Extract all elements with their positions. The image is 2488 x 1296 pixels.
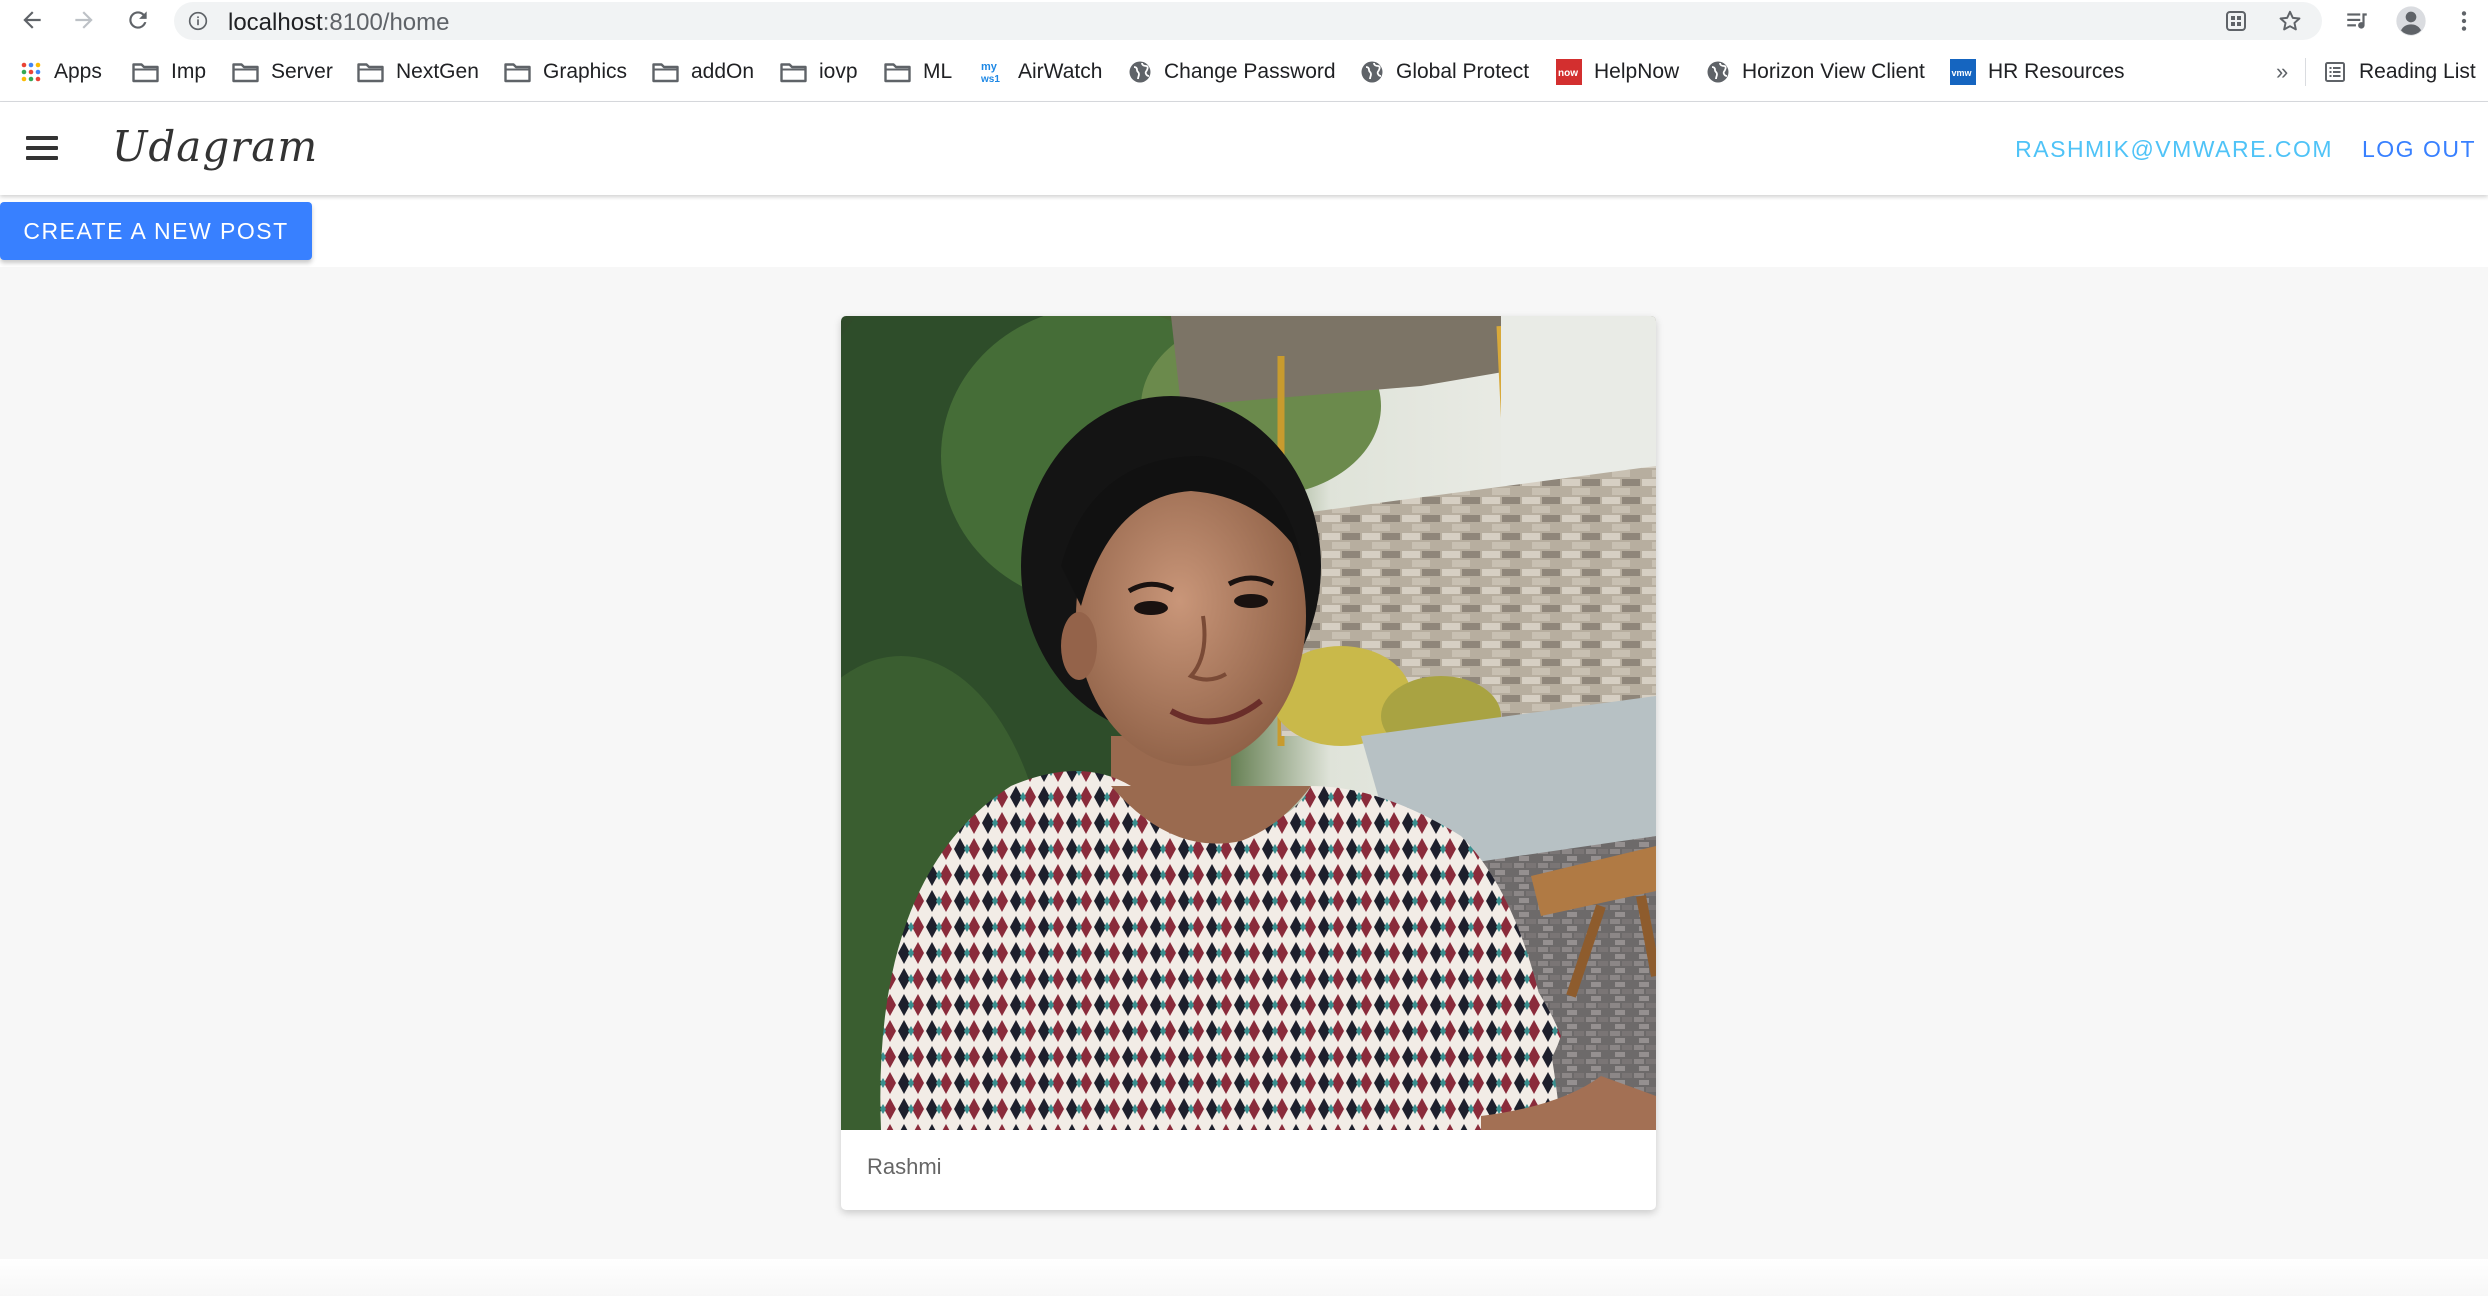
bookmark-airwatch[interactable]: my ws1 AirWatch [980,55,1102,89]
star-icon [2279,10,2301,31]
folder-icon [884,63,911,83]
bookmark-label: ML [923,60,953,83]
app-logo: Udagram [112,122,319,171]
address-bar[interactable]: localhost:8100/home [174,2,2322,40]
forward-button[interactable] [66,2,102,38]
portrait-photo [841,316,1656,1130]
bookmark-folder-addon[interactable]: addOn [652,55,754,89]
svg-text:my: my [981,61,998,73]
svg-text:now: now [1558,68,1578,79]
bookmark-global-protect[interactable]: Global Protect [1360,55,1529,89]
extension-grid-button[interactable] [2222,7,2250,35]
folder-icon [232,63,259,83]
bookmark-label: Change Password [1164,60,1336,83]
info-icon[interactable] [188,11,208,31]
url-path: :8100/home [322,9,450,36]
now-icon: now [1556,59,1582,85]
app-header: Udagram rashmik@vmware.com Log out [0,102,2488,195]
vmw-icon: vmw [1950,59,1976,85]
playlist-icon [2347,13,2367,29]
bookmarks-bar: Apps Imp Server NextGen Graphics addOn i… [0,55,2488,89]
folder-icon [132,63,159,83]
post-caption: Rashmi [867,1154,942,1179]
bookmark-label: iovp [819,60,858,83]
reload-icon [129,11,147,29]
bookmark-folder-ml[interactable]: ML [884,55,952,89]
page-footer-fade [0,1259,2488,1296]
globe-icon [1707,61,1729,83]
svg-text:ws1: ws1 [980,74,1000,85]
main-content: Create a new post [0,195,2488,1259]
feed-card: Rashmi [841,316,1656,1210]
folder-icon [652,63,679,83]
profile-button[interactable] [2394,4,2428,38]
bookmark-folder-imp[interactable]: Imp [132,55,206,89]
bookmark-horizon-view-client[interactable]: Horizon View Client [1706,55,1925,89]
qr-grid-icon [2226,11,2246,31]
folder-icon [357,63,384,83]
bookmarks-overflow-button[interactable]: » [2276,55,2288,89]
url-host: localhost [228,9,323,36]
url-text[interactable]: localhost:8100/home [228,9,450,37]
globe-icon [1361,61,1383,83]
overflow-chevron-icon: » [2276,59,2289,84]
back-button[interactable] [14,2,50,38]
arrow-left-icon [23,11,41,29]
bookmark-label: Horizon View Client [1742,60,1925,83]
bookmark-label: HR Resources [1988,60,2125,83]
bookmark-label: addOn [691,60,755,83]
kebab-menu-icon [2461,11,2467,31]
bookmark-helpnow[interactable]: now HelpNow [1556,55,1679,89]
browser-toolbar: localhost:8100/home [0,0,2488,41]
bookmark-label: Imp [171,60,207,83]
bookmark-label: Apps [54,60,102,83]
browser-menu-button[interactable] [2447,4,2481,38]
post-photo [841,316,1656,1130]
bookmark-hr-resources[interactable]: vmw HR Resources [1950,55,2125,89]
reading-list-icon [2325,62,2345,82]
bookmark-folder-nextgen[interactable]: NextGen [357,55,479,89]
avatar-icon [2396,6,2426,36]
arrow-right-icon [75,11,93,29]
bookmark-change-password[interactable]: Change Password [1128,55,1336,89]
bookmark-label: Server [271,60,333,83]
reload-button[interactable] [120,2,156,38]
reading-list-button[interactable]: Reading List [2323,55,2476,89]
bookmark-folder-iovp[interactable]: iovp [780,55,858,89]
bookmark-label: NextGen [396,60,479,83]
hamburger-icon [26,156,58,160]
myws1-icon: myws1 [980,61,1000,85]
bookmark-label: Global Protect [1396,60,1530,83]
bookmark-label: Graphics [543,60,628,83]
bookmark-label: AirWatch [1018,60,1103,83]
menu-button[interactable] [22,130,62,166]
divider [2305,58,2306,86]
folder-icon [504,63,531,83]
bookmark-folder-server[interactable]: Server [232,55,333,89]
action-bar: Create a new post [0,195,2488,267]
globe-icon [1129,61,1151,83]
bookmark-apps[interactable]: Apps [20,55,102,89]
logout-button[interactable]: Log out [2362,136,2476,163]
create-post-button[interactable]: Create a new post [0,202,312,260]
folder-icon [780,63,807,83]
reading-list-label: Reading List [2359,60,2476,83]
bookmark-label: HelpNow [1594,60,1680,83]
user-email-link[interactable]: rashmik@vmware.com [2015,136,2333,163]
apps-grid-icon [21,62,41,82]
hamburger-icon [26,136,58,140]
media-control-button[interactable] [2340,4,2374,38]
bookmark-star-button[interactable] [2276,7,2304,35]
bookmark-folder-graphics[interactable]: Graphics [504,55,627,89]
svg-text:vmw: vmw [1952,68,1973,78]
hamburger-icon [26,146,58,150]
